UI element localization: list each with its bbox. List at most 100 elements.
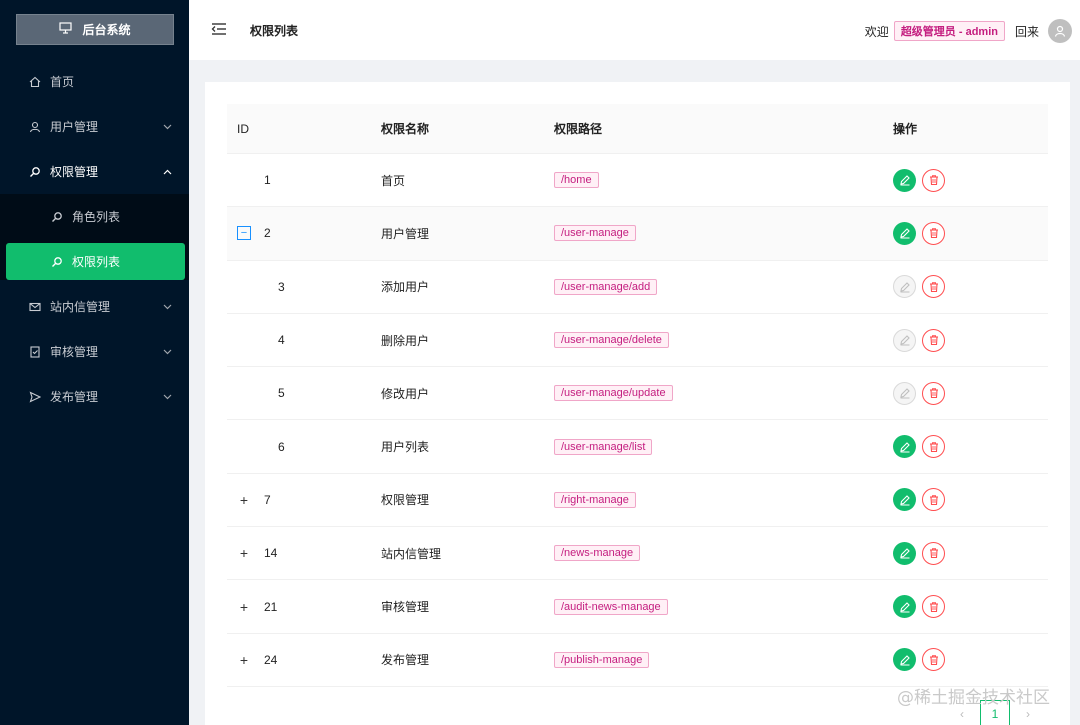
edit-button[interactable] — [893, 595, 916, 619]
path-tag: /audit-news-manage — [554, 598, 668, 615]
pagination-prev[interactable]: ‹ — [950, 707, 974, 721]
sidebar-item-label: 角色列表 — [72, 210, 121, 224]
edit-button[interactable] — [893, 648, 916, 672]
delete-button[interactable] — [922, 328, 945, 352]
mail-icon — [28, 301, 42, 313]
delete-button[interactable] — [922, 648, 945, 672]
sidebar-item-label: 审核管理 — [50, 345, 99, 359]
sidebar-item-home[interactable]: 首页 — [0, 59, 189, 104]
path-tag: /right-manage — [554, 491, 636, 508]
cell-path: /home — [544, 172, 883, 189]
user-avatar-icon — [1054, 25, 1066, 37]
role-tag: 超级管理员 - admin — [893, 21, 1005, 41]
expand-icon[interactable]: + — [237, 545, 251, 561]
cell-id: 6 — [227, 440, 371, 454]
cell-path: /user-manage — [544, 225, 883, 242]
sidebar: 后台系统 首页 用户管理 权限管理 角色列表 权限列表 站内信管理 审核管理 发… — [0, 0, 189, 725]
content-card: ID 权限名称 权限路径 操作 1 首页/home −2 用户管理/user-mana… — [205, 82, 1070, 725]
pagination-next[interactable]: › — [1016, 707, 1040, 721]
cell-id: 3 — [227, 280, 371, 294]
delete-button[interactable] — [922, 541, 945, 565]
cell-id: +21 — [227, 599, 371, 615]
sidebar-item-label: 发布管理 — [50, 390, 99, 404]
sidebar-item-right-list[interactable]: 权限列表 — [6, 243, 185, 280]
column-header-actions: 操作 — [893, 122, 918, 136]
cell-path: /right-manage — [544, 491, 883, 508]
edit-button[interactable] — [893, 221, 916, 245]
path-tag: /user-manage/add — [554, 278, 658, 295]
monitor-icon — [59, 22, 73, 37]
path-tag: /user-manage — [554, 225, 636, 242]
delete-button[interactable] — [922, 488, 945, 512]
sidebar-item-news-manage[interactable]: 站内信管理 — [0, 284, 189, 329]
sidebar-item-audit-manage[interactable]: 审核管理 — [0, 329, 189, 374]
cell-path: /news-manage — [544, 545, 883, 562]
avatar[interactable] — [1048, 19, 1072, 43]
column-header-name: 权限名称 — [381, 122, 430, 136]
search-icon — [50, 211, 64, 223]
edit-button[interactable] — [893, 168, 916, 192]
delete-icon — [929, 175, 938, 186]
back-link[interactable]: 回来 — [1015, 23, 1039, 40]
cell-id: +24 — [227, 652, 371, 668]
edit-icon — [899, 175, 910, 186]
edit-icon — [899, 441, 910, 453]
sidebar-item-label: 首页 — [50, 75, 75, 89]
sidebar-item-publish-manage[interactable]: 发布管理 — [0, 374, 189, 419]
row-id: 3 — [278, 279, 285, 294]
delete-button[interactable] — [922, 595, 945, 619]
send-icon — [28, 390, 42, 403]
collapse-icon[interactable]: − — [237, 226, 251, 241]
table-row: +14 站内信管理/news-manage — [227, 527, 1048, 581]
menu-fold-icon[interactable] — [211, 21, 227, 37]
chevron-down-icon — [163, 122, 172, 132]
row-id: 4 — [278, 333, 285, 348]
delete-icon — [929, 601, 938, 612]
edit-icon — [899, 655, 910, 666]
user-icon — [28, 121, 42, 133]
cell-actions — [883, 221, 945, 245]
edit-icon — [899, 601, 910, 613]
row-name: 修改用户 — [381, 386, 430, 401]
edit-button[interactable] — [893, 435, 916, 459]
cell-id: +7 — [227, 492, 371, 508]
cell-actions — [883, 381, 945, 405]
delete-button[interactable] — [922, 381, 945, 405]
chevron-down-icon — [163, 347, 172, 357]
path-tag: /user-manage/delete — [554, 332, 669, 349]
sidebar-item-user-manage[interactable]: 用户管理 — [0, 104, 189, 149]
cell-id: 4 — [227, 333, 371, 347]
sidebar-item-label: 用户管理 — [50, 120, 99, 134]
edit-button — [893, 275, 916, 299]
edit-button[interactable] — [893, 541, 916, 565]
delete-icon — [929, 441, 938, 452]
cell-actions — [883, 328, 945, 352]
search-icon — [28, 166, 42, 178]
sidebar-item-right-manage[interactable]: 权限管理 — [0, 149, 189, 194]
table-row: 5 修改用户/user-manage/update — [227, 367, 1048, 421]
edit-button — [893, 381, 916, 405]
edit-button[interactable] — [893, 488, 916, 512]
logo[interactable]: 后台系统 — [16, 14, 174, 45]
watermark: @稀土掘金技术社区 — [897, 688, 1050, 708]
table-row: 1 首页/home — [227, 154, 1048, 208]
delete-button[interactable] — [922, 435, 945, 459]
delete-button[interactable] — [922, 221, 945, 245]
column-header-id: ID — [237, 121, 249, 136]
chevron-up-icon — [163, 167, 172, 177]
row-id: 1 — [264, 173, 271, 188]
delete-icon — [929, 548, 938, 559]
expand-icon[interactable]: + — [237, 599, 251, 615]
table-row: +21 审核管理/audit-news-manage — [227, 580, 1048, 634]
row-id: 21 — [264, 599, 278, 614]
sidebar-item-role-list[interactable]: 角色列表 — [0, 194, 189, 239]
cell-path: /user-manage/list — [544, 438, 883, 455]
edit-icon — [899, 495, 910, 506]
expand-icon[interactable]: + — [237, 652, 251, 668]
edit-icon — [899, 548, 910, 559]
delete-button[interactable] — [922, 168, 945, 192]
table-header: ID 权限名称 权限路径 操作 — [227, 104, 1048, 154]
delete-icon — [929, 495, 938, 505]
expand-icon[interactable]: + — [237, 492, 251, 508]
delete-button[interactable] — [922, 275, 945, 299]
